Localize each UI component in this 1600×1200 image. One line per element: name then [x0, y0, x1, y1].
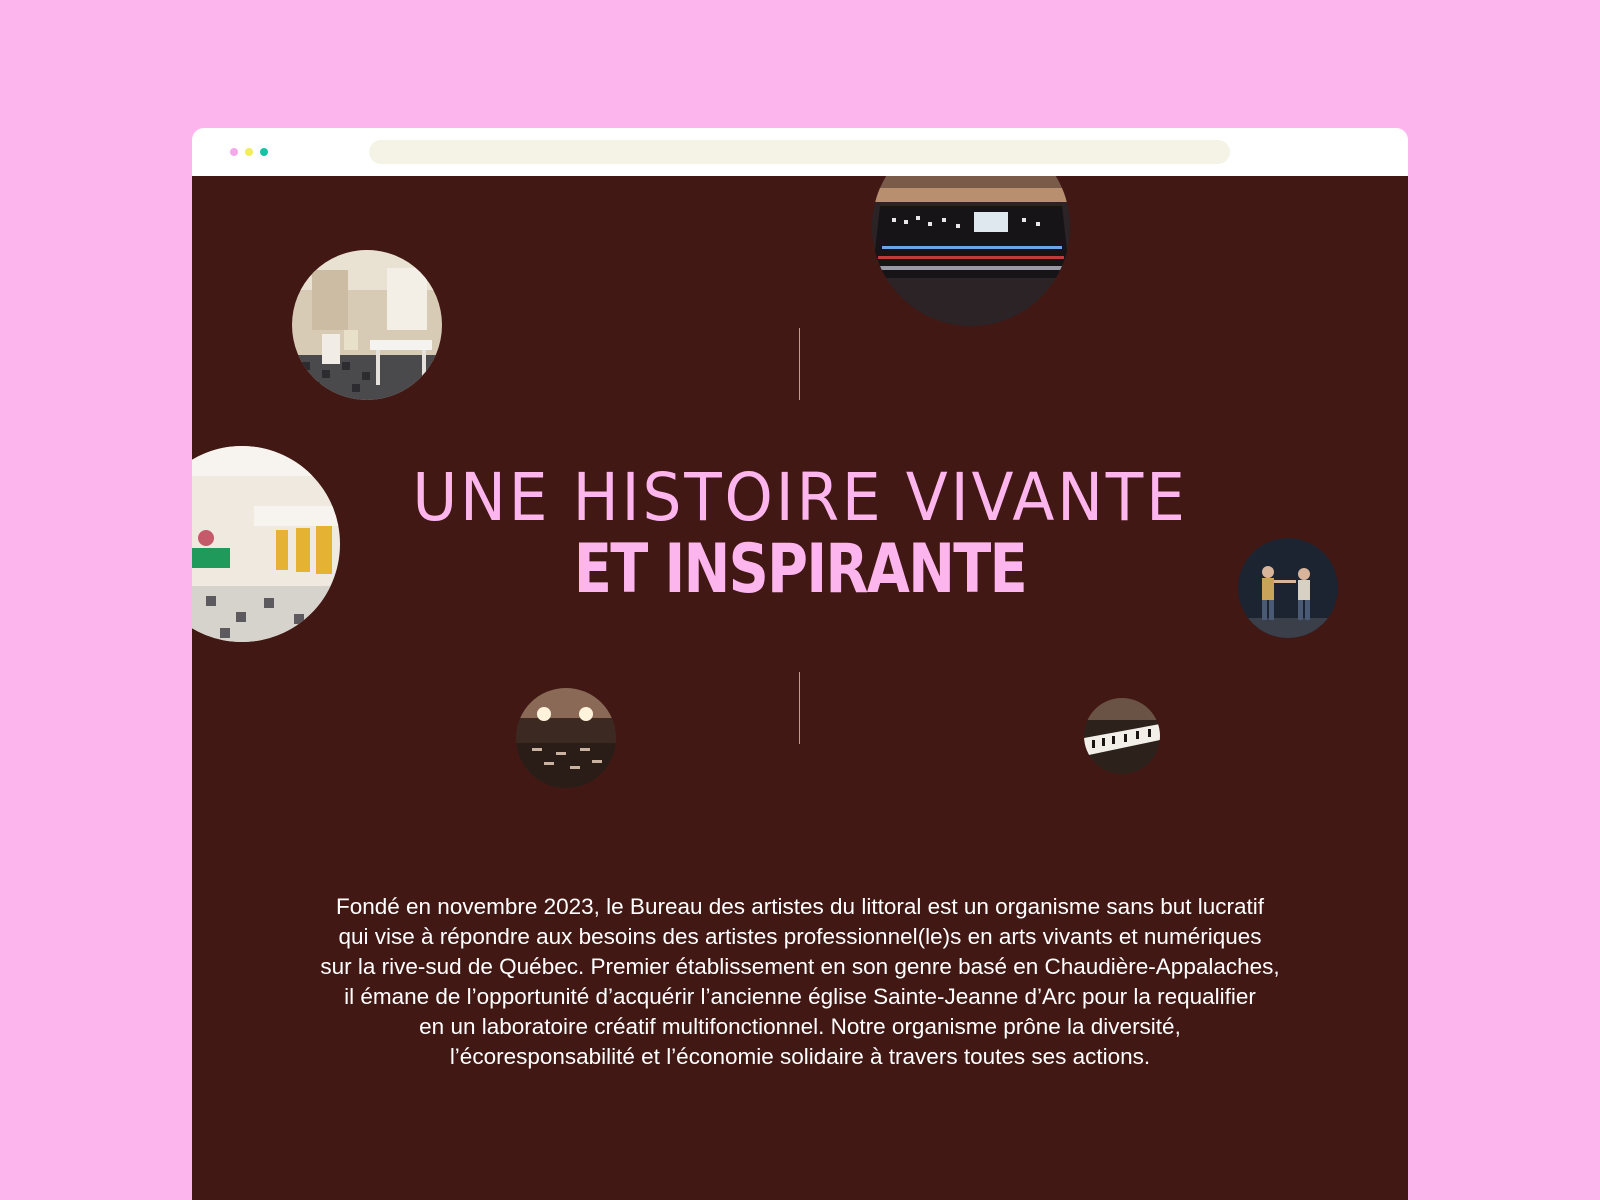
address-bar[interactable]	[369, 140, 1230, 164]
window-dot-yellow[interactable]	[245, 148, 253, 156]
bottom-divider-line	[799, 672, 800, 744]
description-line: qui vise à répondre aux besoins des arti…	[338, 924, 1262, 949]
piano-photo	[1084, 698, 1160, 774]
description-line: l’écoresponsabilité et l’économie solida…	[449, 1044, 1151, 1069]
cafe-interior-photo	[292, 250, 442, 400]
window-dot-pink[interactable]	[230, 148, 238, 156]
top-divider-line	[799, 328, 800, 400]
description-line: Fondé en novembre 2023, le Bureau des ar…	[335, 894, 1265, 919]
hero-title-line-1: UNE HISTOIRE VIVANTE	[412, 459, 1188, 536]
hero-title: UNE HISTOIRE VIVANTE ET INSPIRANTE	[192, 462, 1408, 606]
browser-chrome	[192, 128, 1408, 176]
hero-title-line-2: ET INSPIRANTE	[573, 530, 1028, 609]
concert-hall-photo	[516, 688, 616, 788]
about-description: Fondé en novembre 2023, le Bureau des ar…	[274, 892, 1326, 1072]
mixing-console-photo	[872, 176, 1070, 326]
description-line: il émane de l’opportunité d’acquérir l’a…	[344, 984, 1256, 1009]
window-dot-teal[interactable]	[260, 148, 268, 156]
page-content: UNE HISTOIRE VIVANTE ET INSPIRANTE Fondé…	[192, 176, 1408, 1200]
description-line: sur la rive-sud de Québec. Premier établ…	[320, 954, 1280, 979]
description-line: en un laboratoire créatif multifonctionn…	[419, 1014, 1181, 1039]
browser-window: UNE HISTOIRE VIVANTE ET INSPIRANTE Fondé…	[192, 128, 1408, 1200]
